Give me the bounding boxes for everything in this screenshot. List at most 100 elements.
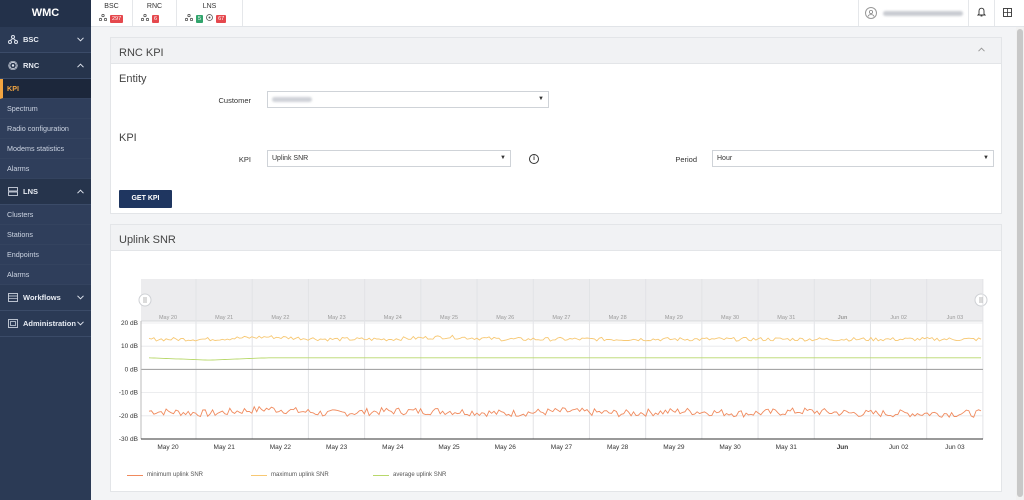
chevron-down-icon [76, 293, 84, 302]
y-tick-label: -10 dB [119, 390, 138, 397]
sidebar-group-workflows[interactable]: Workflows [0, 285, 91, 311]
sidebar-group-label: RNC [23, 61, 40, 70]
kpi-label: KPI [238, 155, 251, 164]
rnc-status[interactable]: RNC 6 [133, 0, 177, 26]
legend-item[interactable]: maximum uplink SNR [251, 472, 329, 478]
x-tick-label: May 27 [551, 444, 573, 451]
chart-title: Uplink SNR [119, 234, 176, 246]
y-tick-label: 0 dB [125, 366, 138, 373]
kpi-panel-header: RNC KPI [111, 38, 1001, 64]
network-icon [8, 35, 18, 44]
brand-logo[interactable]: WMC [0, 0, 91, 27]
get-kpi-button[interactable]: GET KPI [119, 190, 172, 208]
y-tick-label: 10 dB [121, 343, 138, 350]
x-tick-label: May 25 [438, 444, 460, 451]
legend-item[interactable]: minimum uplink SNR [127, 472, 203, 478]
sidebar-group-label: LNS [23, 187, 38, 196]
sidebar-group-rnc[interactable]: RNC [0, 53, 91, 79]
apps-button[interactable] [994, 0, 1020, 26]
sidebar-item-lns-alarms[interactable]: Alarms [0, 265, 91, 285]
network-icon [184, 13, 194, 23]
rnc-alarm-badge: 6 [152, 14, 160, 23]
navigator-tick-label: May 29 [665, 315, 683, 321]
chevron-up-icon [76, 187, 84, 196]
sidebar-item-modems-statistics[interactable]: Modems statistics [0, 139, 91, 159]
customer-value-redacted [272, 97, 312, 102]
y-tick-label: -30 dB [119, 436, 138, 443]
kpi-select-value: Uplink SNR [272, 155, 309, 162]
sidebar: WMC BSC RNC KPI Spectrum Radio configura… [0, 0, 91, 500]
period-select-value: Hour [717, 155, 733, 162]
x-tick-label: May 29 [663, 444, 685, 451]
notifications-button[interactable] [968, 0, 994, 26]
navigator-right-handle [974, 293, 988, 307]
sidebar-item-kpi[interactable]: KPI [0, 79, 91, 99]
sidebar-group-label: Administration [23, 319, 76, 328]
chart-panel-header: Uplink SNR [111, 225, 1001, 251]
navigator-left-handle [138, 293, 152, 307]
legend-label: average uplink SNR [393, 472, 447, 478]
info-icon[interactable]: i [529, 154, 539, 164]
chevron-down-icon [76, 35, 84, 44]
x-tick-label: May 22 [270, 444, 292, 451]
x-tick-label: May 28 [607, 444, 629, 451]
sidebar-item-rnc-alarms[interactable]: Alarms [0, 159, 91, 179]
top-bar: BSC 297 RNC 6 LNS 5 67 [91, 0, 1024, 27]
sidebar-group-label: Workflows [23, 293, 61, 302]
sidebar-group-bsc[interactable]: BSC [0, 27, 91, 53]
sidebar-item-clusters[interactable]: Clusters [0, 205, 91, 225]
chevron-down-icon [76, 319, 84, 328]
period-label: Period [675, 155, 697, 164]
x-tick-label: May 20 [157, 444, 179, 451]
customer-select[interactable]: ▼ [267, 91, 549, 108]
legend-swatch [127, 474, 143, 476]
panel-title: RNC KPI [119, 47, 164, 59]
navigator-tick-label: May 31 [777, 315, 795, 321]
sidebar-item-endpoints[interactable]: Endpoints [0, 245, 91, 265]
sidebar-group-lns[interactable]: LNS [0, 179, 91, 205]
collapse-icon[interactable] [978, 44, 985, 54]
scrollbar-thumb[interactable] [1017, 29, 1023, 497]
x-tick-label: Jun 02 [889, 444, 909, 451]
legend-item[interactable]: average uplink SNR [373, 472, 446, 478]
bsc-status[interactable]: BSC 297 [91, 0, 133, 26]
period-select[interactable]: Hour ▼ [712, 150, 994, 167]
server-icon [8, 187, 18, 196]
caret-down-icon: ▼ [500, 155, 506, 161]
navigator-tick-label: May 22 [271, 315, 289, 321]
avatar [865, 7, 877, 19]
navigator-tick-label: May 20 [159, 315, 177, 321]
lns-status[interactable]: LNS 5 67 [177, 0, 243, 26]
navigator-tick-label: May 21 [215, 315, 233, 321]
lns-status-title: LNS [202, 3, 217, 10]
navigator-tick-label: May 27 [552, 315, 570, 321]
lns-alarm-badge: 67 [216, 14, 227, 23]
caret-down-icon: ▼ [983, 155, 989, 161]
sidebar-item-spectrum[interactable]: Spectrum [0, 99, 91, 119]
kpi-select[interactable]: Uplink SNR ▼ [267, 150, 511, 167]
x-tick-label: Jun 03 [945, 444, 965, 451]
chevron-up-icon [76, 61, 84, 70]
workflow-icon [8, 293, 18, 302]
navigator-tick-label: May 25 [440, 315, 458, 321]
navigator-tick-label: May 26 [496, 315, 514, 321]
x-tick-label: May 30 [719, 444, 741, 451]
navigator-tick-label: May 23 [328, 315, 346, 321]
user-menu[interactable] [858, 0, 968, 26]
x-tick-label: May 23 [326, 444, 348, 451]
legend-swatch [251, 474, 267, 476]
page-scrollbar[interactable] [1016, 27, 1024, 500]
sidebar-item-radio-configuration[interactable]: Radio configuration [0, 119, 91, 139]
rnc-status-title: RNC [146, 3, 163, 10]
uplink-snr-chart: May 20 May 20 May 21 May 21 May 22 May 22 May … [119, 279, 988, 451]
x-tick-label: May 26 [495, 444, 517, 451]
navigator-tick-label: Jun [838, 315, 848, 321]
sidebar-item-stations[interactable]: Stations [0, 225, 91, 245]
caret-down-icon: ▼ [538, 96, 544, 102]
series-line-average [148, 357, 981, 361]
customer-label: Customer [218, 96, 251, 105]
user-name-redacted [883, 10, 963, 16]
legend-label: minimum uplink SNR [147, 472, 204, 478]
navigator-tick-label: May 24 [384, 315, 402, 321]
sidebar-group-administration[interactable]: Administration [0, 311, 91, 337]
